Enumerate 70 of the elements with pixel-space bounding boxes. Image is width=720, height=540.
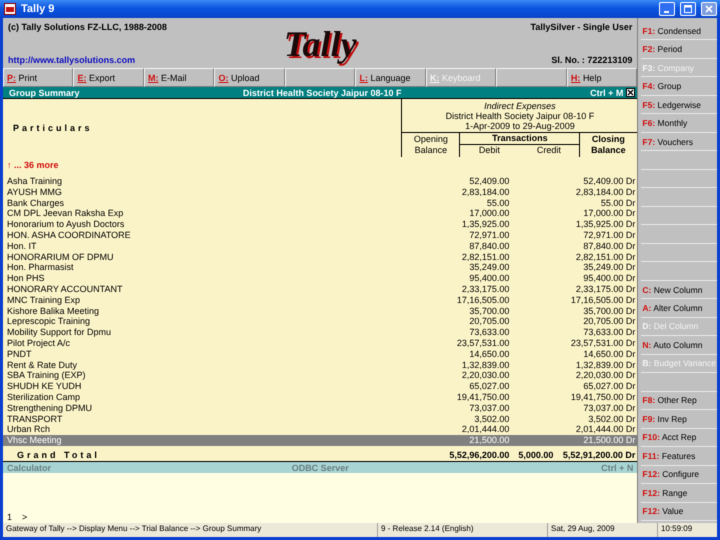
ledger-row[interactable]: Leprescopic Training 20,705.00 20,705.00 Dr bbox=[3, 316, 638, 328]
calculator-title: Calculator bbox=[7, 462, 52, 472]
group-name: Indirect Expenses bbox=[484, 100, 556, 110]
close-button[interactable] bbox=[701, 2, 717, 16]
toolbar-button[interactable]: L: Language bbox=[355, 68, 426, 87]
maximize-icon bbox=[684, 5, 692, 13]
breadcrumb-path: Gateway of Tally --> Display Menu --> Trial Balance --> Group Summary bbox=[5, 523, 262, 535]
tally-logo: Tally bbox=[284, 23, 357, 65]
total-credit: 5,000.00 bbox=[517, 450, 554, 461]
ledger-row[interactable]: Mobility Support for Dpmu 73,633.00 73,633.00 Dr bbox=[3, 327, 638, 338]
ledger-row[interactable]: Hon. Pharmasist 35,249.00 35,249.00 Dr bbox=[3, 262, 638, 274]
toolbar-button[interactable]: O: Upload bbox=[214, 68, 285, 87]
toolbar-button[interactable]: P: Print bbox=[3, 68, 74, 87]
ledger-row[interactable]: Urban Rch 2,01,444.00 2,01,444.00 Dr bbox=[3, 424, 638, 436]
website-link[interactable]: http://www.tallysolutions.com bbox=[8, 55, 136, 65]
shortcut-text: Ctrl + N bbox=[601, 462, 634, 472]
company-name: District Health Society Jaipur 08-10 F bbox=[446, 110, 594, 120]
ledger-row[interactable]: Pilot Project A/c 23,57,531.00 23,57,531.00 Dr bbox=[3, 338, 638, 349]
app-icon bbox=[4, 3, 16, 15]
toolbar-button[interactable]: E: Export bbox=[73, 68, 144, 87]
ledger-row[interactable]: TRANSPORT 3,502.00 3,502.00 Dr bbox=[3, 414, 638, 424]
toolbar-button[interactable]: M: E-Mail bbox=[144, 68, 214, 87]
ledger-row[interactable]: Rent & Rate Duty 1,32,839.00 1,32,839.00 Dr bbox=[3, 360, 638, 370]
calculator-prompt: > bbox=[22, 512, 28, 522]
ledger-row[interactable]: Kishore Balika Meeting 35,700.00 35,700.00 Dr bbox=[3, 306, 638, 316]
ledger-row[interactable]: Honorarium to Ayush Doctors 1,35,925.00 1,35,925.00 Dr bbox=[3, 219, 638, 230]
ledger-row[interactable]: Asha Training 52,409.00 52,409.00 Dr bbox=[3, 176, 638, 187]
ledger-row[interactable]: Hon PHS 95,400.00 95,400.00 Dr bbox=[3, 273, 638, 284]
maximize-button[interactable] bbox=[680, 2, 696, 16]
report-title: Group Summary bbox=[9, 88, 81, 98]
total-label: Grand Total bbox=[17, 450, 101, 461]
shortcut-text: Ctrl + M bbox=[590, 88, 624, 98]
column-heading: Credit bbox=[536, 145, 561, 156]
release-text: 9 - Release 2.14 (English) bbox=[377, 523, 547, 537]
column-heading: Closing Balance bbox=[590, 133, 627, 157]
total-debit: 5,52,96,200.00 bbox=[448, 450, 510, 461]
date-text: Sat, 29 Aug, 2009 bbox=[547, 523, 657, 537]
period-text: 1-Apr-2009 to 29-Aug-2009 bbox=[465, 120, 575, 130]
particulars-heading: Particulars bbox=[13, 123, 93, 133]
time-text: 10:59:09 bbox=[657, 523, 717, 537]
server-label: ODBC Server bbox=[292, 462, 349, 472]
ledger-row[interactable]: HON. ASHA COORDINATORE 72,971.00 72,971.00 Dr bbox=[3, 230, 638, 241]
edition-text: TallySilver - Single User bbox=[530, 22, 632, 32]
company-name: District Health Society Jaipur 08-10 F bbox=[242, 88, 402, 98]
ledger-row[interactable]: HONORARY ACCOUNTANT 2,33,175.00 2,33,175.00 Dr bbox=[3, 284, 638, 295]
ledger-row[interactable]: HONORARIUM OF DPMU 2,82,151.00 2,82,151.00 Dr bbox=[3, 252, 638, 262]
total-closing: 5,52,91,200.00 Dr bbox=[562, 450, 636, 461]
minimize-button[interactable] bbox=[659, 2, 675, 16]
ledger-row[interactable]: SHUDH KE YUDH 65,027.00 65,027.00 Dr bbox=[3, 381, 638, 392]
ledger-row[interactable]: Hon. IT 87,840.00 87,840.00 Dr bbox=[3, 240, 638, 252]
ledger-row[interactable]: Strengthening DPMU 73,037.00 73,037.00 Dr bbox=[3, 402, 638, 414]
ledger-row[interactable]: PNDT 14,650.00 14,650.00 Dr bbox=[3, 348, 638, 360]
copyright-text: (c) Tally Solutions FZ-LLC, 1988-2008 bbox=[8, 22, 167, 32]
ledger-row[interactable]: AYUSH MMG 2,83,184.00 2,83,184.00 Dr bbox=[3, 186, 638, 198]
ledger-row[interactable]: SBA Training (EXP) 2,20,030.00 2,20,030.00 Dr bbox=[3, 370, 638, 382]
ledger-row[interactable]: MNC Training Exp 17,16,505.00 17,16,505.00 Dr bbox=[3, 294, 638, 306]
column-heading: Transactions bbox=[460, 133, 580, 145]
line-number: 1 bbox=[7, 512, 12, 522]
serial-number: Sl. No. : 722213109 bbox=[551, 55, 632, 65]
close-icon[interactable] bbox=[626, 88, 636, 97]
toolbar-button[interactable]: H: Help bbox=[566, 68, 638, 87]
close-icon bbox=[705, 5, 713, 13]
column-heading: Debit bbox=[478, 145, 500, 156]
ledger-row[interactable]: CM DPL Jeevan Raksha Exp 17,000.00 17,000.00 Dr bbox=[3, 208, 638, 220]
ledger-row[interactable]: Sterilization Camp 19,41,750.00 19,41,750.00 Dr bbox=[3, 392, 638, 403]
more-rows-indicator[interactable]: ↑ ... 36 more bbox=[3, 157, 638, 173]
window-title: Tally 9 bbox=[21, 3, 56, 15]
ledger-row[interactable]: Vhsc Meeting 21,500.00 21,500.00 Dr bbox=[3, 435, 638, 446]
column-heading: Opening Balance bbox=[402, 133, 460, 157]
ledger-row[interactable]: Bank Charges 55.00 55.00 Dr bbox=[3, 198, 638, 208]
